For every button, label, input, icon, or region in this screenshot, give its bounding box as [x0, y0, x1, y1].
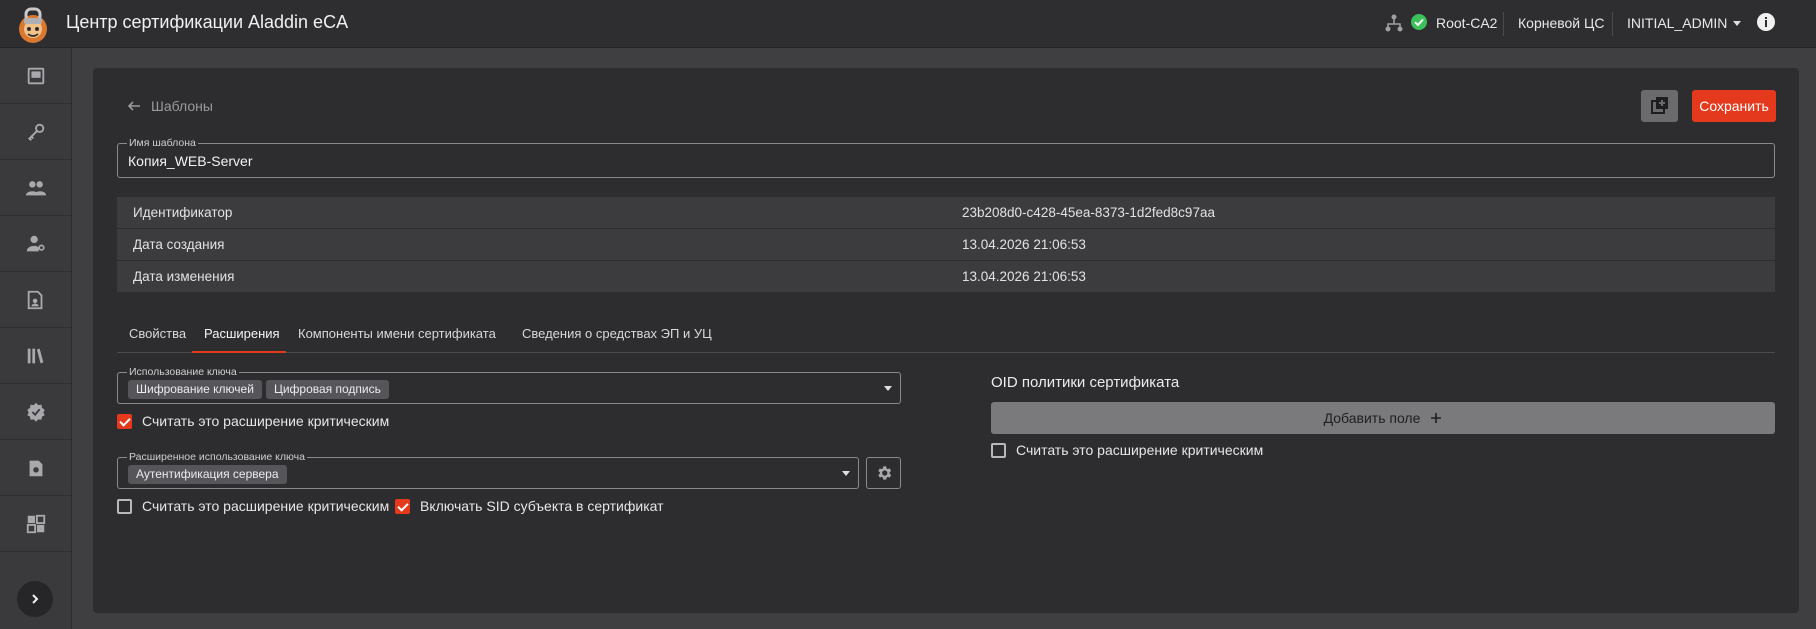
oid-policy-critical-label: Считать это расширение критическим [1016, 442, 1264, 458]
aladdin-logo [14, 3, 52, 45]
library-add-icon [1650, 97, 1668, 114]
sidebar-item-users[interactable] [0, 160, 71, 216]
info-key: Идентификатор [133, 205, 233, 220]
sidebar-item-settings[interactable] [0, 496, 71, 552]
info-key: Дата изменения [133, 269, 235, 284]
sidebar-item-templates[interactable] [0, 440, 71, 496]
chevron-right-icon [32, 594, 39, 604]
template-icon [29, 460, 42, 476]
info-value: 13.04.2026 21:06:53 [962, 237, 1086, 252]
key-usage-select[interactable]: Использование ключа Шифрование ключей Циф… [117, 366, 901, 404]
info-value: 23b208d0-c428-45ea-8373-1d2fed8c97aa [962, 205, 1215, 220]
plus-icon [1431, 413, 1442, 423]
add-field-button[interactable]: Добавить поле [991, 402, 1775, 434]
template-editor-panel: Шаблоны Сохранить Имя шаблона Копия_WEB-… [93, 68, 1799, 613]
tab-extensions[interactable]: Расширения [204, 326, 280, 341]
chevron-down-icon[interactable] [842, 471, 850, 476]
ext-key-usage-label: Расширенное использование ключа [127, 451, 307, 463]
app-title: Центр сертификации Aladdin eCA [66, 12, 349, 32]
back-link[interactable]: Шаблоны [127, 98, 213, 114]
key-usage-chip[interactable]: Шифрование ключей [128, 380, 262, 399]
template-name-field[interactable]: Имя шаблона Копия_WEB-Server [117, 137, 1775, 178]
checkbox-unchecked[interactable] [991, 442, 1006, 458]
info-row: Дата создания 13.04.2026 21:06:53 [117, 229, 1775, 261]
gear-icon [877, 466, 891, 480]
divider [1503, 12, 1504, 36]
certificate-check-icon [26, 402, 45, 422]
library-icon [27, 348, 43, 363]
active-tab-indicator [192, 351, 286, 353]
users-icon [25, 180, 46, 195]
key-usage-label: Использование ключа [127, 366, 239, 378]
user-key-icon [26, 235, 45, 251]
sidebar-item-user-keys[interactable] [0, 216, 71, 272]
sidebar-item-library[interactable] [0, 328, 71, 384]
tab-name-components[interactable]: Компоненты имени сертификата [298, 326, 496, 341]
ext-key-usage-critical-checkbox[interactable]: Считать это расширение критическим [117, 498, 389, 514]
info-row: Дата изменения 13.04.2026 21:06:53 [117, 261, 1775, 293]
add-field-label: Добавить поле [1323, 410, 1421, 426]
divider [1612, 12, 1613, 36]
settings-grid-icon [26, 514, 45, 533]
sidebar-item-certificates[interactable] [0, 384, 71, 440]
tab-bar: Свойства Расширения Компоненты имени сер… [117, 314, 1775, 353]
checkbox-unchecked[interactable] [117, 498, 132, 514]
save-button[interactable]: Сохранить [1692, 90, 1776, 122]
info-value: 13.04.2026 21:06:53 [962, 269, 1086, 284]
status-ok-icon [1410, 13, 1428, 36]
user-menu-caret-icon[interactable] [1733, 21, 1741, 26]
checkbox-checked[interactable] [395, 498, 410, 514]
template-name-label: Имя шаблона [127, 137, 198, 149]
chevron-down-icon[interactable] [884, 386, 892, 391]
sidebar [0, 48, 72, 629]
key-icon [27, 123, 44, 141]
checkbox-checked[interactable] [117, 413, 132, 429]
ext-key-usage-select[interactable]: Расширенное использование ключа Аутентиф… [117, 451, 859, 489]
sidebar-item-keys[interactable] [0, 104, 71, 160]
expand-sidebar-button[interactable] [17, 581, 53, 617]
template-name-input[interactable]: Копия_WEB-Server [128, 153, 253, 169]
sidebar-item-dashboard[interactable] [0, 48, 71, 104]
ext-key-usage-settings-button[interactable] [866, 457, 901, 489]
dashboard-icon [27, 67, 44, 84]
key-usage-critical-label: Считать это расширение критическим [142, 413, 390, 429]
info-icon[interactable] [1756, 12, 1776, 37]
user-menu[interactable]: INITIAL_ADMIN [1627, 15, 1727, 31]
ext-key-usage-critical-label: Считать это расширение критическим [142, 498, 390, 514]
ca-type[interactable]: Корневой ЦС [1518, 15, 1605, 31]
tab-properties[interactable]: Свойства [129, 326, 186, 341]
ca-name[interactable]: Root-CA2 [1436, 15, 1497, 31]
top-bar: Центр сертификации Aladdin eCA Root-CA2 … [0, 0, 1816, 48]
key-usage-critical-checkbox[interactable]: Считать это расширение критическим [117, 413, 389, 429]
info-key: Дата создания [133, 237, 225, 252]
copy-template-button[interactable] [1641, 90, 1678, 122]
arrow-left-icon [127, 101, 140, 111]
include-sid-checkbox[interactable]: Включать SID субъекта в сертификат [395, 498, 664, 514]
template-info-table: Идентификатор 23b208d0-c428-45ea-8373-1d… [117, 197, 1775, 293]
certificate-request-icon [27, 290, 42, 309]
include-sid-label: Включать SID субъекта в сертификат [420, 498, 664, 514]
oid-policy-title: OID политики сертификата [991, 374, 1180, 391]
network-icon[interactable] [1384, 13, 1404, 38]
info-row: Идентификатор 23b208d0-c428-45ea-8373-1d… [117, 197, 1775, 229]
key-usage-chip[interactable]: Цифровая подпись [265, 380, 389, 399]
ext-key-usage-chip[interactable]: Аутентификация сервера [128, 465, 287, 484]
oid-policy-critical-checkbox[interactable]: Считать это расширение критическим [991, 442, 1263, 458]
tab-ep-info[interactable]: Сведения о средствах ЭП и УЦ [522, 326, 712, 341]
sidebar-item-requests[interactable] [0, 272, 71, 328]
back-link-label: Шаблоны [151, 98, 213, 114]
